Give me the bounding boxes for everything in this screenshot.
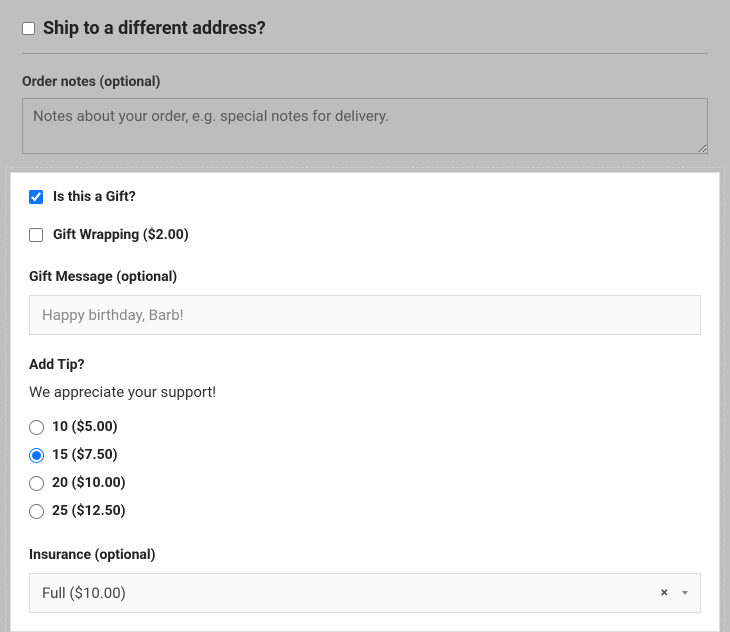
order-notes-textarea[interactable] — [22, 98, 708, 154]
gift-wrapping-checkbox[interactable] — [29, 228, 43, 242]
is-gift-label: Is this a Gift? — [53, 189, 136, 205]
insurance-label: Insurance (optional) — [29, 547, 701, 563]
tip-radio-20[interactable] — [29, 476, 44, 491]
gift-options-panel: Is this a Gift? Gift Wrapping ($2.00) Gi… — [10, 172, 720, 632]
gift-message-input[interactable] — [29, 295, 701, 335]
tip-radio-25[interactable] — [29, 504, 44, 519]
tip-option-label: 20 ($10.00) — [52, 475, 126, 491]
gift-wrapping-label: Gift Wrapping ($2.00) — [53, 227, 189, 243]
is-gift-checkbox[interactable] — [29, 190, 43, 204]
add-tip-heading: Add Tip? — [29, 357, 701, 373]
ship-different-checkbox[interactable] — [22, 22, 35, 35]
tip-option-label: 25 ($12.50) — [52, 503, 126, 519]
clear-icon[interactable]: × — [653, 585, 676, 601]
tip-option-label: 15 ($7.50) — [52, 447, 118, 463]
tip-option-label: 10 ($5.00) — [52, 419, 118, 435]
insurance-select[interactable]: Full ($10.00) × — [29, 573, 701, 613]
tip-radio-10[interactable] — [29, 420, 44, 435]
tip-subtext: We appreciate your support! — [29, 383, 701, 401]
chevron-down-icon — [682, 591, 688, 595]
ship-different-label: Ship to a different address? — [43, 18, 266, 39]
gift-message-label: Gift Message (optional) — [29, 269, 701, 285]
insurance-selected-value: Full ($10.00) — [42, 584, 653, 602]
tip-radio-15[interactable] — [29, 448, 44, 463]
order-notes-label: Order notes (optional) — [22, 74, 708, 90]
